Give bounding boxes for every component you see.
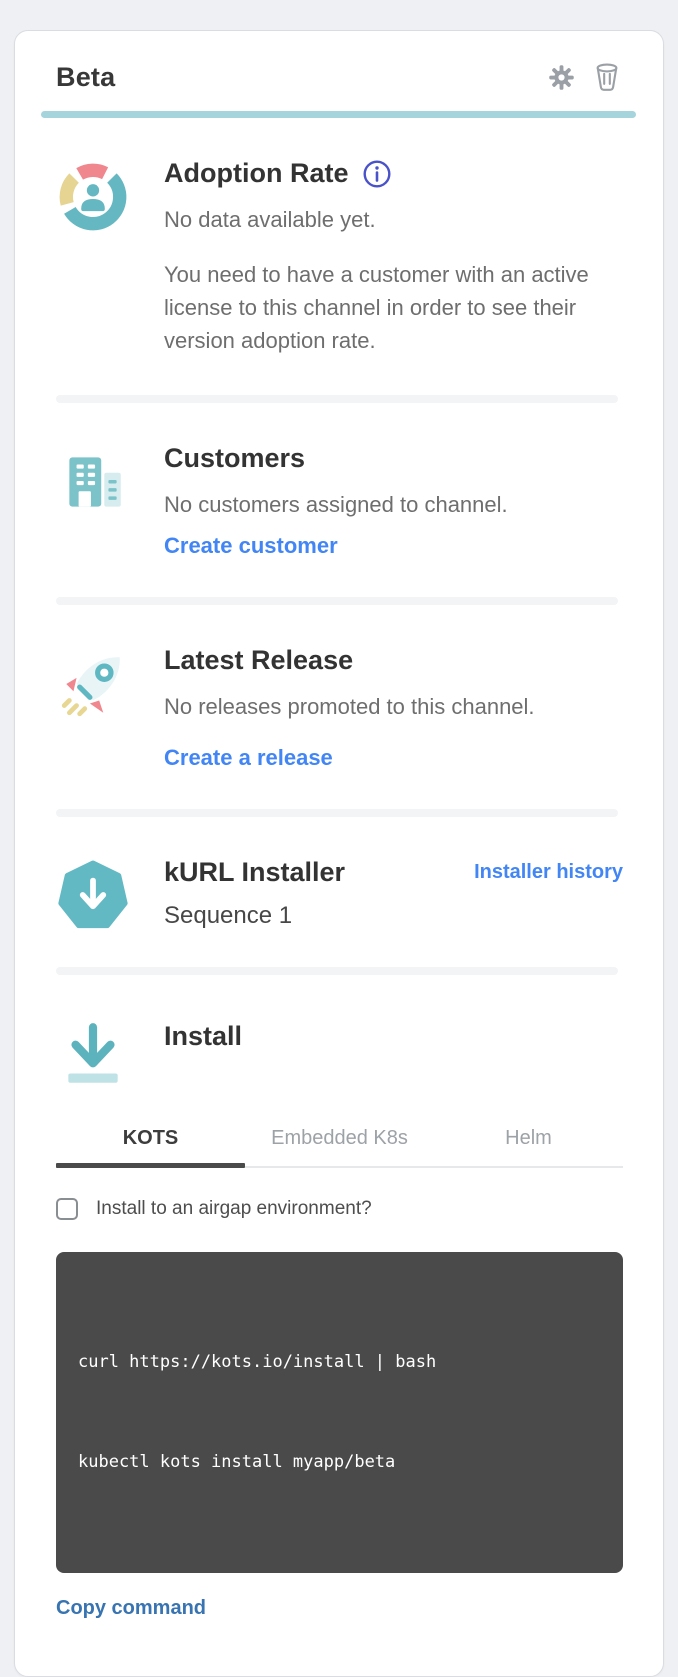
customers-buildings-icon [56, 443, 130, 559]
section-divider [56, 809, 618, 817]
tab-helm[interactable]: Helm [434, 1117, 623, 1166]
section-divider [56, 967, 618, 975]
trash-icon[interactable] [591, 61, 623, 93]
section-divider [56, 395, 618, 403]
adoption-description: You need to have a customer with an acti… [164, 258, 623, 357]
install-section: Install [15, 975, 663, 1091]
install-command-block: curl https://kots.io/install | bash kube… [56, 1252, 623, 1573]
rocket-icon [56, 645, 130, 771]
latest-release-title: Latest Release [164, 645, 623, 676]
kurl-heptagon-icon [56, 857, 130, 933]
tab-embedded-k8s[interactable]: Embedded K8s [245, 1117, 434, 1166]
adoption-empty-text: No data available yet. [164, 203, 623, 236]
kurl-installer-title: kURL Installer [164, 857, 345, 888]
release-empty-text: No releases promoted to this channel. [164, 690, 623, 723]
install-title: Install [164, 1021, 623, 1052]
customers-title: Customers [164, 443, 623, 474]
install-tabs: KOTS Embedded K8s Helm [56, 1117, 623, 1168]
command-line: curl https://kots.io/install | bash [78, 1346, 601, 1379]
command-line: kubectl kots install myapp/beta [78, 1446, 601, 1479]
tab-kots[interactable]: KOTS [56, 1117, 245, 1166]
info-icon[interactable] [362, 159, 392, 189]
adoption-rate-title: Adoption Rate [164, 158, 348, 189]
section-divider [56, 597, 618, 605]
copy-command-link[interactable]: Copy command [56, 1597, 206, 1620]
card-header: Beta [15, 31, 663, 93]
airgap-checkbox-row[interactable]: Install to an airgap environment? [56, 1198, 623, 1220]
kurl-installer-section: kURL Installer Installer history Sequenc… [15, 817, 663, 967]
latest-release-section: Latest Release No releases promoted to t… [15, 605, 663, 809]
installer-history-link[interactable]: Installer history [474, 861, 623, 884]
create-customer-link[interactable]: Create customer [164, 533, 338, 559]
customers-empty-text: No customers assigned to channel. [164, 488, 623, 521]
header-actions [545, 61, 623, 93]
create-release-link[interactable]: Create a release [164, 745, 333, 771]
channel-card: Beta [14, 30, 664, 1677]
customers-section: Customers No customers assigned to chann… [15, 403, 663, 597]
adoption-rate-donut-icon [56, 158, 130, 357]
install-body: KOTS Embedded K8s Helm Install to an air… [15, 1117, 663, 1620]
channel-accent-bar [41, 111, 636, 118]
gear-icon[interactable] [545, 61, 577, 93]
installer-sequence: Sequence 1 [164, 902, 623, 930]
airgap-checkbox[interactable] [56, 1198, 78, 1220]
airgap-label: Install to an airgap environment? [96, 1198, 372, 1220]
download-icon [56, 1015, 130, 1091]
channel-title: Beta [56, 62, 115, 93]
adoption-rate-section: Adoption Rate No data available yet. You… [15, 118, 663, 395]
